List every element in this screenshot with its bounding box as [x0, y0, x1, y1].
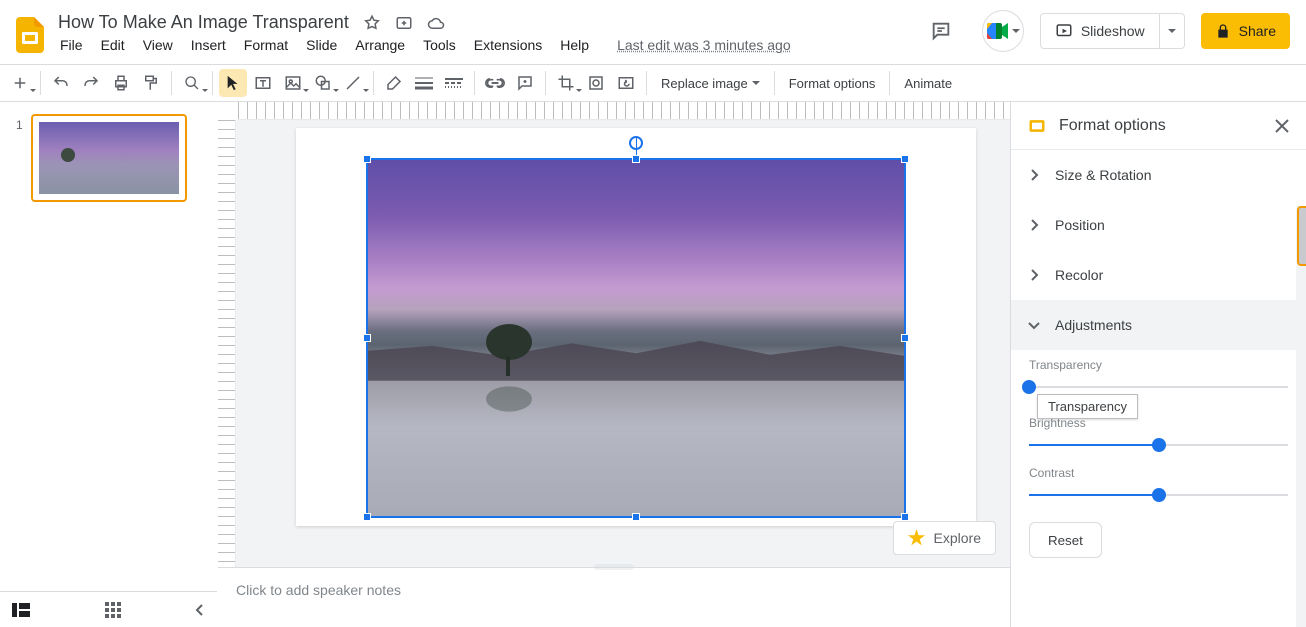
- reset-image-button[interactable]: [612, 69, 640, 97]
- menu-extensions[interactable]: Extensions: [474, 37, 542, 53]
- section-label: Recolor: [1055, 267, 1103, 283]
- slide-number: 1: [16, 114, 23, 202]
- star-icon[interactable]: [363, 14, 381, 32]
- document-title[interactable]: How To Make An Image Transparent: [58, 12, 349, 33]
- replace-image-button[interactable]: Replace image: [653, 69, 768, 97]
- paint-format-button[interactable]: [137, 69, 165, 97]
- vertical-ruler: [218, 120, 236, 567]
- cloud-status-icon[interactable]: [427, 14, 445, 32]
- image-content: [368, 160, 904, 516]
- mask-button[interactable]: [582, 69, 610, 97]
- format-options-icon: [1027, 116, 1047, 136]
- reset-button[interactable]: Reset: [1029, 522, 1102, 558]
- section-recolor[interactable]: Recolor: [1011, 250, 1306, 300]
- menu-format[interactable]: Format: [244, 37, 288, 53]
- menu-insert[interactable]: Insert: [191, 37, 226, 53]
- resize-handle[interactable]: [363, 513, 371, 521]
- select-tool[interactable]: [219, 69, 247, 97]
- link-button[interactable]: [481, 69, 509, 97]
- zoom-button[interactable]: [178, 69, 206, 97]
- section-label: Position: [1055, 217, 1105, 233]
- section-label: Size & Rotation: [1055, 167, 1152, 183]
- image-button[interactable]: [279, 69, 307, 97]
- filmstrip-collapse-icon[interactable]: [195, 603, 205, 617]
- border-dash-button[interactable]: [440, 69, 468, 97]
- share-button[interactable]: Share: [1201, 13, 1290, 49]
- filmstrip-view-icon[interactable]: [12, 603, 30, 617]
- section-adjustments[interactable]: Adjustments: [1011, 300, 1306, 350]
- speaker-notes-placeholder: Click to add speaker notes: [236, 582, 401, 598]
- comments-button[interactable]: [916, 13, 966, 49]
- move-icon[interactable]: [395, 14, 413, 32]
- meet-button[interactable]: [982, 10, 1024, 52]
- comment-button[interactable]: [511, 69, 539, 97]
- format-options-panel: Format options Size & Rotation Position …: [1010, 102, 1306, 627]
- contrast-slider[interactable]: [1029, 494, 1288, 496]
- shape-button[interactable]: [309, 69, 337, 97]
- last-edit-link[interactable]: Last edit was 3 minutes ago: [617, 37, 791, 53]
- new-slide-button[interactable]: [6, 69, 34, 97]
- brightness-slider[interactable]: [1029, 444, 1288, 446]
- print-button[interactable]: [107, 69, 135, 97]
- menu-view[interactable]: View: [143, 37, 173, 53]
- chevron-down-icon: [1027, 320, 1041, 330]
- redo-button[interactable]: [77, 69, 105, 97]
- undo-button[interactable]: [47, 69, 75, 97]
- line-button[interactable]: [339, 69, 367, 97]
- panel-title: Format options: [1059, 117, 1262, 135]
- explore-icon: [908, 529, 926, 547]
- menu-tools[interactable]: Tools: [423, 37, 456, 53]
- border-color-button[interactable]: [380, 69, 408, 97]
- resize-handle[interactable]: [901, 513, 909, 521]
- border-weight-button[interactable]: [410, 69, 438, 97]
- animate-button[interactable]: Animate: [896, 69, 960, 97]
- share-label: Share: [1239, 23, 1276, 39]
- menu-file[interactable]: File: [60, 37, 83, 53]
- slideshow-dropdown[interactable]: [1160, 13, 1185, 49]
- explore-label: Explore: [934, 530, 981, 546]
- section-label: Adjustments: [1055, 317, 1132, 333]
- toolbar: Replace image Format options Animate: [0, 64, 1306, 102]
- transparency-tooltip: Transparency: [1037, 394, 1138, 419]
- format-options-button[interactable]: Format options: [781, 69, 884, 97]
- filmstrip: 1: [0, 102, 218, 627]
- resize-handle[interactable]: [901, 155, 909, 163]
- menu-slide[interactable]: Slide: [306, 37, 337, 53]
- textbox-button[interactable]: [249, 69, 277, 97]
- slideshow-label: Slideshow: [1081, 23, 1145, 39]
- selected-image[interactable]: [366, 158, 906, 518]
- contrast-label: Contrast: [1029, 466, 1288, 480]
- transparency-slider[interactable]: [1029, 386, 1288, 388]
- resize-handle[interactable]: [632, 513, 640, 521]
- slide-stage[interactable]: Explore: [236, 120, 1010, 567]
- horizontal-ruler: [238, 102, 1010, 120]
- slide-canvas[interactable]: [296, 128, 976, 526]
- chevron-right-icon: [1029, 168, 1039, 182]
- grid-view-icon[interactable]: [105, 602, 121, 618]
- close-icon[interactable]: [1274, 118, 1290, 134]
- chevron-right-icon: [1029, 218, 1039, 232]
- transparency-label: Transparency: [1029, 358, 1288, 372]
- speaker-notes[interactable]: Click to add speaker notes: [218, 567, 1010, 627]
- resize-handle[interactable]: [363, 155, 371, 163]
- resize-handle[interactable]: [901, 334, 909, 342]
- explore-button[interactable]: Explore: [893, 521, 996, 555]
- section-position[interactable]: Position: [1011, 200, 1306, 250]
- chevron-right-icon: [1029, 268, 1039, 282]
- panel-scrollbar[interactable]: [1296, 206, 1306, 627]
- menu-arrange[interactable]: Arrange: [355, 37, 405, 53]
- slideshow-button[interactable]: Slideshow: [1040, 13, 1160, 49]
- section-size-rotation[interactable]: Size & Rotation: [1011, 150, 1306, 200]
- menu-edit[interactable]: Edit: [101, 37, 125, 53]
- menu-help[interactable]: Help: [560, 37, 589, 53]
- slide-thumbnail-1[interactable]: [31, 114, 187, 202]
- resize-handle[interactable]: [632, 155, 640, 163]
- resize-handle[interactable]: [363, 334, 371, 342]
- crop-button[interactable]: [552, 69, 580, 97]
- slides-logo[interactable]: [10, 15, 50, 55]
- menu-bar: File Edit View Insert Format Slide Arran…: [58, 35, 916, 57]
